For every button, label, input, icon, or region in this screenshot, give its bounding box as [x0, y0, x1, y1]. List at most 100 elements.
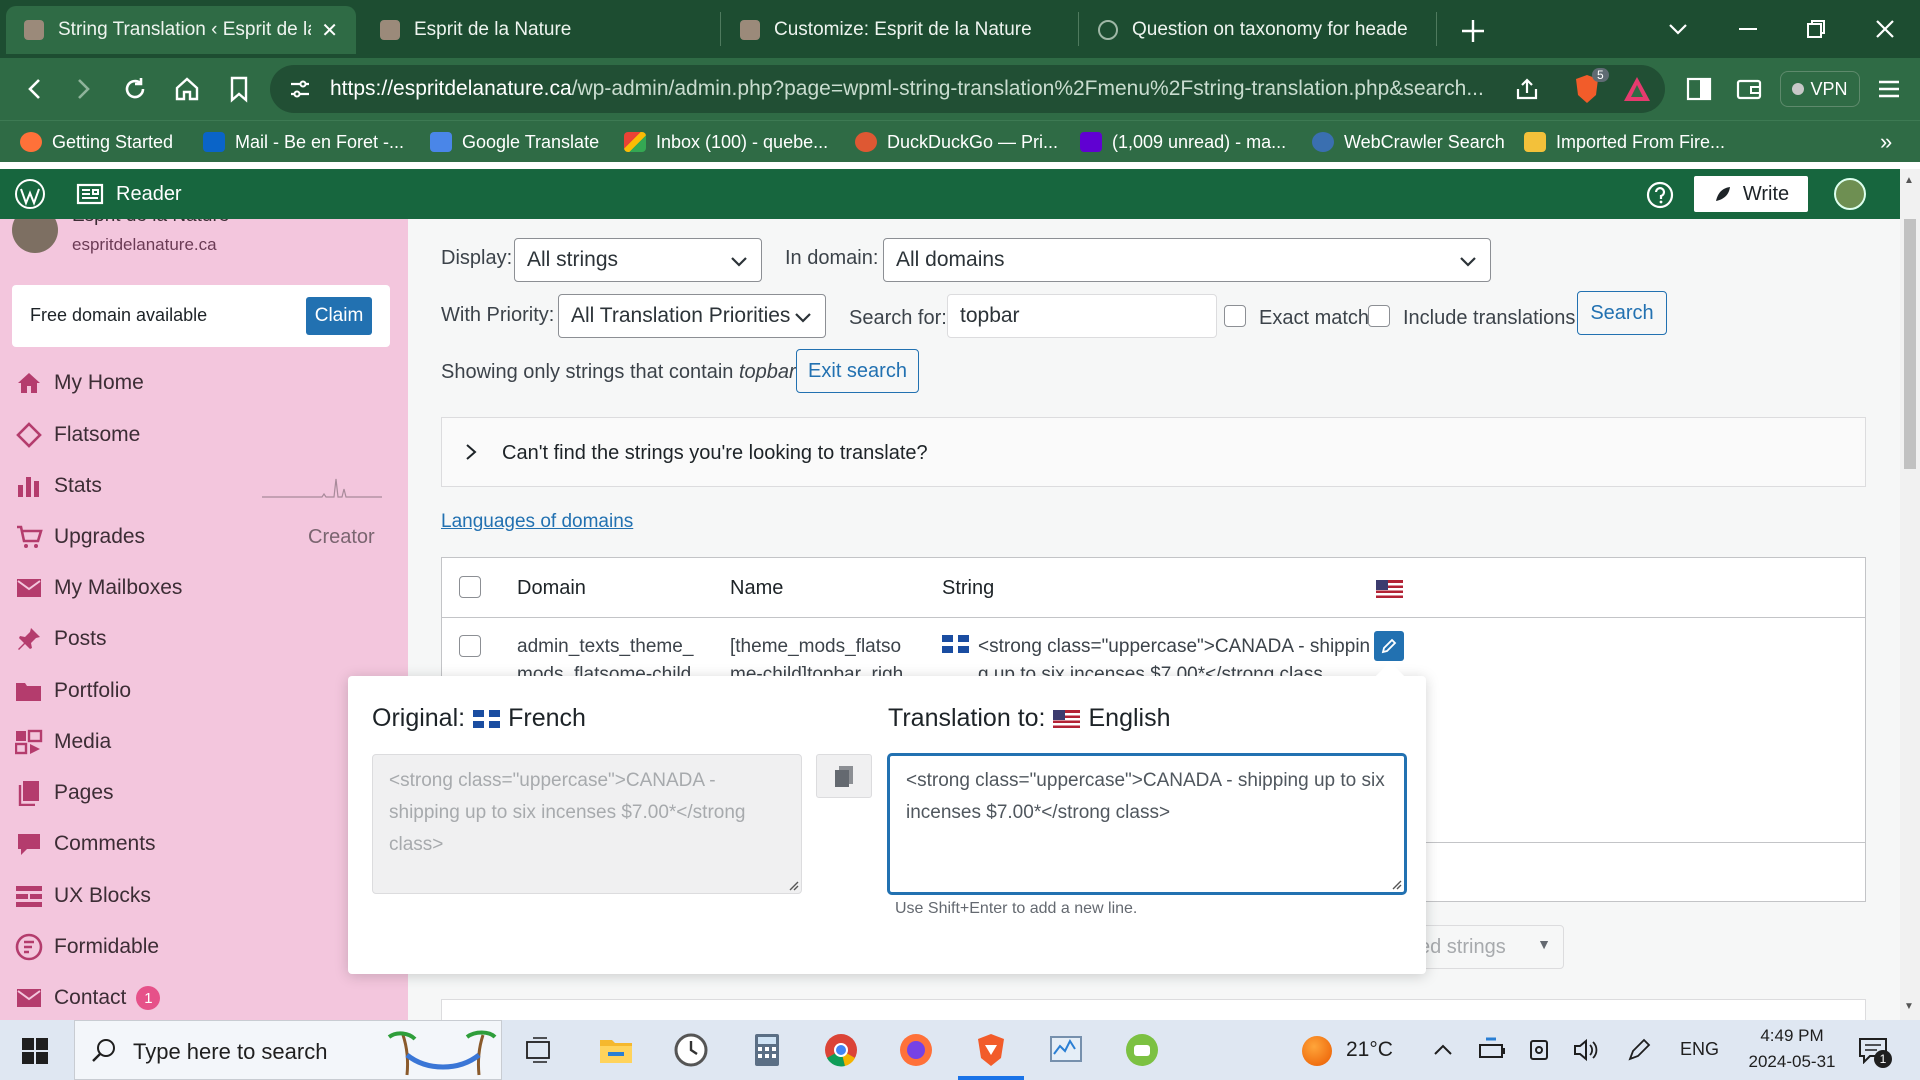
- sidebar-item-contact[interactable]: Contact 1: [14, 981, 161, 1015]
- tab-question-taxonomy[interactable]: Question on taxonomy for header m: [1080, 6, 1425, 54]
- scroll-up-icon[interactable]: ▲: [1904, 175, 1914, 186]
- sidebar-item-my-home[interactable]: My Home: [14, 366, 144, 400]
- chrome-icon[interactable]: [823, 1032, 859, 1068]
- sidebar-item-comments[interactable]: Comments: [14, 827, 156, 861]
- include-translations-checkbox[interactable]: [1368, 305, 1390, 327]
- translation-textarea[interactable]: <strong class="uppercase">CANADA - shipp…: [888, 754, 1406, 894]
- site-name[interactable]: Esprit de la Nature: [72, 219, 229, 227]
- android-app-icon[interactable]: [1124, 1032, 1160, 1068]
- brave-shields-icon[interactable]: 5: [1570, 68, 1609, 106]
- input-language[interactable]: ENG: [1680, 1039, 1719, 1060]
- clock-time[interactable]: 4:49 PM: [1752, 1026, 1832, 1046]
- search-button[interactable]: Search: [1577, 291, 1667, 335]
- reader-link[interactable]: Reader: [76, 182, 182, 206]
- priority-select[interactable]: All Translation Priorities: [558, 294, 826, 338]
- wallet-icon[interactable]: [1732, 72, 1766, 106]
- sidebar-item-my-mailboxes[interactable]: My Mailboxes: [14, 571, 182, 605]
- tab-string-translation[interactable]: String Translation ‹ Esprit de la Nature…: [6, 6, 356, 54]
- bulk-priority-select[interactable]: ed strings ▼: [1408, 925, 1564, 969]
- restore-icon[interactable]: [1803, 16, 1829, 42]
- sidebar-item-ux-blocks[interactable]: UX Blocks: [14, 879, 151, 913]
- bookmark-item[interactable]: (1,009 unread) - ma...: [1080, 129, 1286, 155]
- bulk-select-label: ed strings: [1419, 935, 1506, 958]
- bookmark-item[interactable]: WebCrawler Search: [1312, 129, 1505, 155]
- brave-browser-icon[interactable]: [973, 1032, 1009, 1068]
- pin-icon: [14, 625, 44, 653]
- volume-icon[interactable]: [1572, 1037, 1600, 1063]
- firefox-icon[interactable]: [898, 1032, 934, 1068]
- bookmark-item[interactable]: Imported From Fire...: [1524, 129, 1725, 155]
- display-select[interactable]: All strings: [514, 238, 762, 282]
- sidebar-item-flatsome[interactable]: Flatsome: [14, 418, 140, 452]
- tray-chevron-up-icon[interactable]: [1432, 1040, 1454, 1060]
- sidebar-item-stats[interactable]: Stats: [14, 469, 394, 503]
- sidebar-item-formidable[interactable]: Formidable: [14, 930, 159, 964]
- more-bookmarks-button[interactable]: »: [1880, 129, 1892, 155]
- vpn-button[interactable]: VPN: [1780, 71, 1860, 107]
- site-settings-icon[interactable]: [288, 77, 312, 101]
- bookmark-item[interactable]: Inbox (100) - quebe...: [624, 129, 828, 155]
- pen-tray-icon[interactable]: [1626, 1037, 1652, 1063]
- address-bar[interactable]: https://espritdelanature.ca/wp-admin/adm…: [270, 65, 1665, 113]
- scrollbar-thumb[interactable]: [1904, 219, 1916, 469]
- help-icon[interactable]: [1646, 181, 1674, 209]
- reload-icon[interactable]: [118, 72, 152, 106]
- brave-rewards-icon[interactable]: [1620, 72, 1654, 106]
- weather-sun-icon[interactable]: [1302, 1036, 1332, 1066]
- menu-icon[interactable]: [1872, 72, 1906, 106]
- domain-select[interactable]: All domains: [883, 238, 1491, 282]
- clock-app-icon[interactable]: [673, 1032, 709, 1068]
- calculator-icon[interactable]: [749, 1032, 785, 1068]
- file-explorer-icon[interactable]: [598, 1032, 634, 1068]
- minimize-icon[interactable]: [1735, 16, 1761, 42]
- edit-translation-button[interactable]: [1374, 631, 1404, 661]
- tab-search-chevron-icon[interactable]: [1665, 16, 1691, 42]
- bookmark-item[interactable]: Google Translate: [430, 129, 599, 155]
- copy-original-button[interactable]: [816, 754, 872, 798]
- back-icon[interactable]: [18, 72, 52, 106]
- sidebar-item-media[interactable]: Media: [14, 725, 111, 759]
- weather-temp[interactable]: 21°C: [1346, 1038, 1393, 1062]
- close-window-icon[interactable]: [1872, 16, 1898, 42]
- wordpress-logo-icon[interactable]: [14, 178, 46, 210]
- new-tab-icon[interactable]: [1456, 14, 1490, 48]
- sidebar-item-pages[interactable]: Pages: [14, 776, 114, 810]
- user-avatar[interactable]: [1834, 178, 1866, 210]
- exit-search-button[interactable]: Exit search: [796, 349, 919, 393]
- tab-esprit-de-la-nature[interactable]: Esprit de la Nature: [362, 6, 712, 54]
- sidebar-item-posts[interactable]: Posts: [14, 622, 107, 656]
- home-icon[interactable]: [170, 72, 204, 106]
- task-view-icon[interactable]: [523, 1036, 553, 1066]
- select-all-checkbox[interactable]: [459, 576, 481, 598]
- bookmark-item[interactable]: Getting Started: [20, 129, 173, 155]
- clock-date[interactable]: 2024-05-31: [1734, 1052, 1850, 1072]
- row-checkbox[interactable]: [459, 635, 481, 657]
- site-url[interactable]: espritdelanature.ca: [72, 235, 217, 255]
- tab-customize[interactable]: Customize: Esprit de la Nature: [722, 6, 1072, 54]
- search-input[interactable]: topbar: [947, 294, 1217, 338]
- write-button[interactable]: Write: [1694, 176, 1808, 212]
- notifications-icon[interactable]: 1: [1858, 1036, 1892, 1068]
- forward-icon[interactable]: [66, 72, 100, 106]
- page-scrollbar[interactable]: ▲ ▼: [1900, 169, 1920, 1020]
- bookmark-icon[interactable]: [222, 72, 256, 106]
- performance-monitor-icon[interactable]: [1048, 1032, 1084, 1068]
- windows-start-icon[interactable]: [22, 1038, 48, 1064]
- languages-of-domains-link[interactable]: Languages of domains: [441, 511, 633, 533]
- domain-value: All domains: [896, 248, 1005, 271]
- sidebar-item-upgrades[interactable]: Upgrades Creator: [14, 520, 394, 554]
- camera-tray-icon[interactable]: [1528, 1037, 1554, 1063]
- claim-button[interactable]: Claim: [306, 297, 372, 335]
- cant-find-panel[interactable]: Can't find the strings you're looking to…: [441, 417, 1866, 487]
- battery-network-icon[interactable]: [1478, 1037, 1508, 1063]
- sidebar-item-portfolio[interactable]: Portfolio: [14, 674, 131, 708]
- cart-icon: [14, 523, 44, 551]
- bookmark-item[interactable]: Mail - Be en Foret -...: [203, 129, 404, 155]
- sidebar-toggle-icon[interactable]: [1682, 72, 1716, 106]
- share-icon[interactable]: [1510, 72, 1544, 106]
- close-tab-icon[interactable]: ✕: [321, 18, 338, 43]
- bookmark-item[interactable]: DuckDuckGo — Pri...: [855, 129, 1058, 155]
- scroll-down-icon[interactable]: ▼: [1904, 1001, 1914, 1012]
- exact-match-checkbox[interactable]: [1224, 305, 1246, 327]
- taskbar-search-box[interactable]: Type here to search: [74, 1020, 502, 1080]
